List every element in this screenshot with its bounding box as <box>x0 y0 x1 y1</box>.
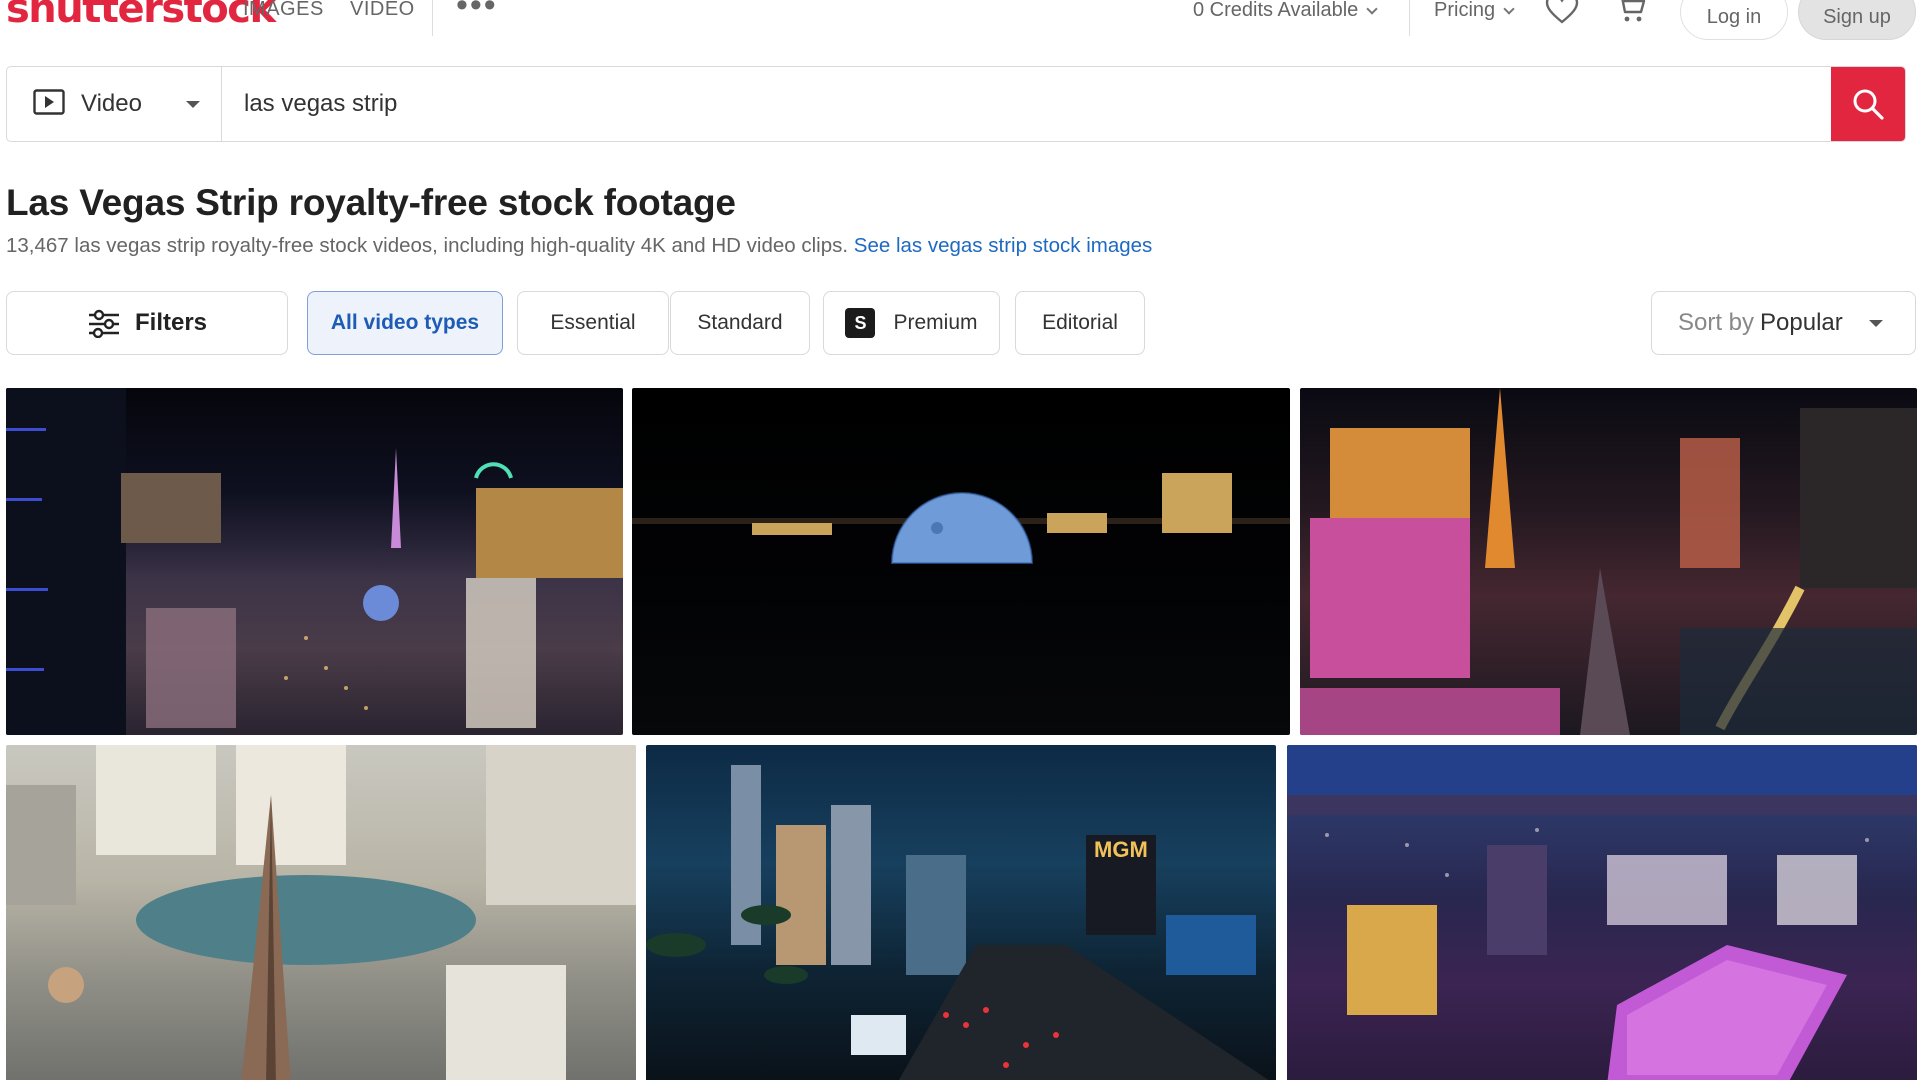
nav-images[interactable]: IMAGES <box>243 0 324 21</box>
chip-premium-label: Premium <box>893 311 978 334</box>
search-input[interactable] <box>222 67 1831 141</box>
nav-divider <box>1409 0 1410 36</box>
search-icon <box>1853 89 1884 120</box>
results-summary: 13,467 las vegas strip royalty-free stoc… <box>6 234 1152 258</box>
heart-icon[interactable] <box>1545 0 1579 29</box>
video-thumbnail[interactable] <box>632 388 1290 735</box>
sort-prefix: Sort by <box>1678 309 1755 336</box>
media-type-dropdown[interactable]: Video <box>7 67 222 141</box>
sort-dropdown[interactable]: Sort by Popular <box>1651 291 1916 355</box>
video-thumbnail[interactable] <box>6 388 623 735</box>
filters-label: Filters <box>134 309 208 336</box>
chip-standard[interactable]: Standard <box>670 291 810 355</box>
chip-essential[interactable]: Essential <box>517 291 669 355</box>
video-thumbnail[interactable] <box>1287 745 1917 1080</box>
shutterstock-logo[interactable]: shutterstock <box>6 0 276 32</box>
top-bar: shutterstock IMAGES VIDEO ••• 0 Credits … <box>0 0 1920 40</box>
video-thumbnail[interactable] <box>6 745 636 1080</box>
see-images-link[interactable]: See las vegas strip stock images <box>854 234 1153 257</box>
results-count-text: 13,467 las vegas strip royalty-free stoc… <box>6 234 849 257</box>
search-button[interactable] <box>1831 67 1905 141</box>
pricing-dropdown[interactable]: Pricing <box>1434 0 1515 22</box>
nav-video[interactable]: VIDEO <box>350 0 415 21</box>
filters-icon <box>88 309 119 338</box>
nav-divider <box>432 0 433 36</box>
chevron-down-icon <box>1366 2 1378 15</box>
login-button[interactable]: Log in <box>1680 0 1788 40</box>
chip-premium[interactable]: S Premium <box>823 291 1000 355</box>
filters-button[interactable]: Filters <box>6 291 288 355</box>
credits-dropdown[interactable]: 0 Credits Available <box>1193 0 1378 22</box>
more-icon[interactable]: ••• <box>456 0 498 25</box>
chevron-down-icon <box>1503 2 1515 15</box>
media-type-label: Video <box>81 90 142 117</box>
video-thumbnail[interactable]: MGM <box>646 745 1276 1080</box>
cart-icon[interactable] <box>1615 0 1647 29</box>
sort-value: Popular <box>1760 309 1843 336</box>
premium-badge: S <box>845 308 876 338</box>
pricing-label: Pricing <box>1434 0 1496 21</box>
caret-down-icon <box>1868 319 1883 327</box>
page-title: Las Vegas Strip royalty-free stock foota… <box>6 182 736 223</box>
credits-label: 0 Credits Available <box>1193 0 1359 21</box>
chip-editorial[interactable]: Editorial <box>1015 291 1145 355</box>
chip-all-video-types[interactable]: All video types <box>307 291 503 355</box>
signup-button[interactable]: Sign up <box>1798 0 1916 40</box>
search-bar: Video <box>6 66 1906 142</box>
video-thumbnail[interactable] <box>1300 388 1917 735</box>
svg-text:MGM: MGM <box>1094 837 1148 862</box>
caret-down-icon <box>185 100 200 108</box>
video-icon <box>33 88 65 120</box>
